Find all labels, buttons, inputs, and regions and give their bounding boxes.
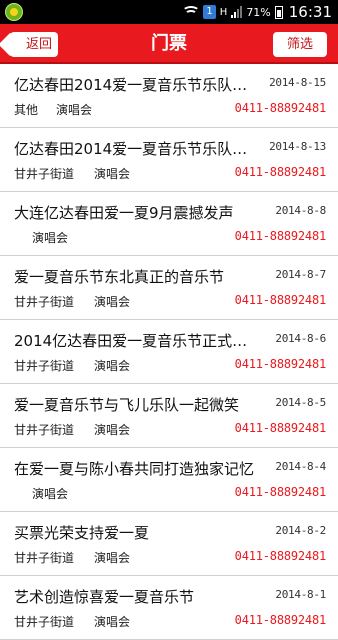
notification-badge: 1 [203, 5, 216, 19]
item-type: 演唱会 [94, 359, 131, 373]
item-type: 演唱会 [94, 295, 131, 309]
item-type: 演唱会 [32, 487, 69, 501]
list-item[interactable]: 在爱一夏与陈小春共同打造独家记忆 2014-8-4 演唱会 0411-88892… [0, 448, 338, 512]
app-notification-icon [5, 3, 23, 21]
list-item[interactable]: 大连亿达春田爱一夏9月震撼发声 2014-8-8 演唱会 0411-888924… [0, 192, 338, 256]
item-phone[interactable]: 0411-88892481 [235, 549, 327, 563]
item-type: 演唱会 [56, 103, 93, 117]
item-phone[interactable]: 0411-88892481 [235, 165, 327, 179]
item-phone[interactable]: 0411-88892481 [235, 421, 327, 435]
item-phone[interactable]: 0411-88892481 [235, 229, 327, 243]
back-button-label: 返回 [25, 37, 52, 52]
clock: 16:31 [288, 3, 332, 21]
item-type: 演唱会 [94, 551, 131, 565]
item-phone[interactable]: 0411-88892481 [235, 613, 327, 627]
signal-strength-icon [231, 6, 243, 18]
item-location: 甘井子街道 [14, 295, 75, 309]
item-date: 2014-8-2 [275, 524, 326, 537]
list-item[interactable]: 买票光荣支持爱一夏 2014-8-2 甘井子街道 演唱会 0411-888924… [0, 512, 338, 576]
list-item[interactable]: 2014亿达春田爱一夏音乐节正式… 2014-8-6 甘井子街道 演唱会 041… [0, 320, 338, 384]
item-date: 2014-8-1 [275, 588, 326, 601]
list-item[interactable]: 亿达春田2014爱一夏音乐节乐队… 2014-8-15 其他 演唱会 0411-… [0, 64, 338, 128]
item-type: 演唱会 [32, 231, 69, 245]
item-location: 甘井子街道 [14, 423, 75, 437]
battery-percent: 71% [246, 5, 271, 19]
item-location: 甘井子街道 [14, 167, 75, 181]
item-location: 甘井子街道 [14, 615, 75, 629]
wifi-icon [182, 6, 201, 18]
status-icons: 1 H 71% 16:31 [182, 2, 332, 22]
item-phone[interactable]: 0411-88892481 [235, 293, 327, 307]
item-phone[interactable]: 0411-88892481 [235, 101, 327, 115]
item-title: 大连亿达春田爱一夏9月震撼发声 [14, 204, 234, 222]
item-type: 演唱会 [94, 423, 131, 437]
item-title: 艺术创造惊喜爱一夏音乐节 [14, 588, 195, 606]
item-date: 2014-8-15 [269, 76, 326, 89]
item-title: 亿达春田2014爱一夏音乐节乐队… [14, 140, 248, 158]
item-title: 2014亿达春田爱一夏音乐节正式… [14, 332, 248, 350]
item-date: 2014-8-5 [275, 396, 326, 409]
item-title: 买票光荣支持爱一夏 [14, 524, 150, 542]
item-date: 2014-8-13 [269, 140, 326, 153]
item-phone[interactable]: 0411-88892481 [235, 357, 327, 371]
battery-icon [274, 5, 283, 19]
network-type-label: H [219, 6, 228, 18]
list-item[interactable]: 亿达春田2014爱一夏音乐节乐队… 2014-8-13 甘井子街道 演唱会 04… [0, 128, 338, 192]
status-bar: 1 H 71% 16:31 [0, 0, 338, 24]
item-date: 2014-8-7 [275, 268, 326, 281]
list-item[interactable]: 艺术创造惊喜爱一夏音乐节 2014-8-1 甘井子街道 演唱会 0411-888… [0, 576, 338, 640]
list-item[interactable]: 爱一夏音乐节与飞儿乐队一起微笑 2014-8-5 甘井子街道 演唱会 0411-… [0, 384, 338, 448]
item-location: 甘井子街道 [14, 551, 75, 565]
item-type: 演唱会 [94, 167, 131, 181]
item-location: 其他 [14, 103, 39, 117]
filter-button[interactable]: 筛选 [273, 32, 327, 57]
item-location: 甘井子街道 [14, 359, 75, 373]
item-phone[interactable]: 0411-88892481 [235, 485, 327, 499]
item-date: 2014-8-8 [275, 204, 326, 217]
ticket-list: 亿达春田2014爱一夏音乐节乐队… 2014-8-15 其他 演唱会 0411-… [0, 64, 338, 640]
item-title: 在爱一夏与陈小春共同打造独家记忆 [14, 460, 255, 478]
item-date: 2014-8-6 [275, 332, 326, 345]
item-date: 2014-8-4 [275, 460, 326, 473]
header-bar: 返回 门票 筛选 [0, 24, 338, 64]
item-type: 演唱会 [94, 615, 131, 629]
item-title: 爱一夏音乐节东北真正的音乐节 [14, 268, 225, 286]
back-button[interactable]: 返回 [10, 32, 58, 57]
item-title: 亿达春田2014爱一夏音乐节乐队… [14, 76, 248, 94]
list-item[interactable]: 爱一夏音乐节东北真正的音乐节 2014-8-7 甘井子街道 演唱会 0411-8… [0, 256, 338, 320]
item-title: 爱一夏音乐节与飞儿乐队一起微笑 [14, 396, 240, 414]
